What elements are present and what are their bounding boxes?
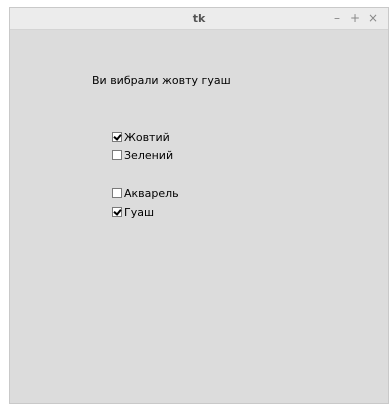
- checkbox-gouache-box[interactable]: [112, 207, 122, 217]
- checkbox-yellow-label: Жовтий: [124, 130, 170, 144]
- checkbox-green[interactable]: Зелений: [112, 147, 173, 163]
- checkbox-watercolor-box[interactable]: [112, 188, 122, 198]
- checkbox-green-label: Зелений: [124, 148, 174, 162]
- minimize-icon[interactable]: –: [330, 11, 344, 25]
- checkbox-gouache-label: Гуаш: [124, 205, 155, 219]
- app-window: tk – + × Ви вибрали жовту гуаш Жовтий Зе…: [9, 7, 389, 404]
- checkbox-yellow[interactable]: Жовтий: [112, 129, 170, 145]
- checkbox-gouache[interactable]: Гуаш: [112, 204, 154, 220]
- close-icon[interactable]: ×: [366, 11, 380, 25]
- maximize-icon[interactable]: +: [348, 11, 362, 25]
- title-bar: tk – + ×: [10, 8, 388, 30]
- selection-status-label: Ви вибрали жовту гуаш: [92, 74, 231, 87]
- checkbox-watercolor[interactable]: Акварель: [112, 185, 179, 201]
- checkbox-watercolor-label: Акварель: [124, 186, 179, 200]
- checkbox-yellow-box[interactable]: [112, 132, 122, 142]
- checkbox-green-box[interactable]: [112, 150, 122, 160]
